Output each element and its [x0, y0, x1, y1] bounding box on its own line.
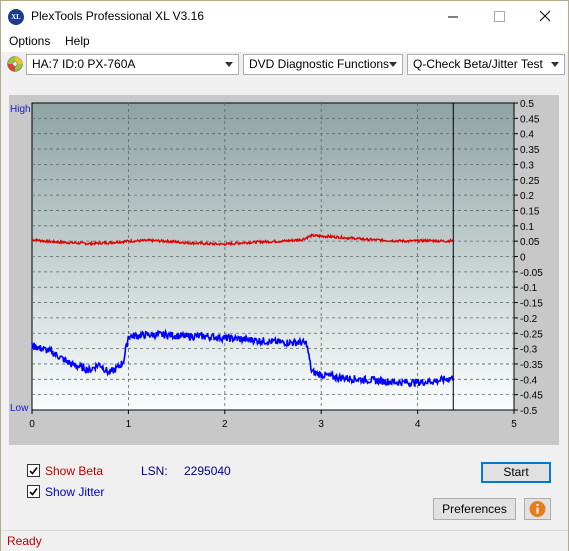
- chevron-down-icon: [551, 62, 559, 67]
- maximize-button: [476, 1, 522, 32]
- info-icon: [529, 501, 546, 517]
- info-button[interactable]: [524, 498, 551, 520]
- options-panel: Show Beta Show Jitter LSN: 2295040 Start…: [9, 456, 559, 523]
- status-bar: Ready: [1, 530, 568, 551]
- start-button-label: Start: [503, 465, 529, 479]
- chevron-down-icon: [389, 62, 397, 67]
- menu-bar: Options Help: [1, 32, 568, 52]
- show-beta-label[interactable]: Show Beta: [45, 464, 103, 478]
- disc-drive-icon: [7, 56, 23, 72]
- y-tick-label: -0.3: [520, 345, 538, 356]
- drive-select-value: HA:7 ID:0 PX-760A: [32, 57, 136, 71]
- show-jitter-checkbox[interactable]: [27, 485, 40, 498]
- y-tick-label: -0.1: [520, 283, 538, 294]
- x-tick-label: 0: [29, 419, 35, 430]
- x-tick-label: 5: [511, 419, 517, 430]
- y-tick-label: -0.25: [520, 329, 543, 340]
- maximize-icon: [494, 11, 505, 22]
- checkmark-icon: [29, 488, 38, 496]
- low-label: Low: [10, 403, 29, 414]
- y-tick-label: -0.15: [520, 299, 543, 310]
- main-window: XL PlexTools Professional XL V3.16 Optio…: [0, 0, 569, 551]
- preferences-button[interactable]: Preferences: [433, 498, 516, 520]
- close-button[interactable]: [522, 1, 568, 32]
- chevron-down-icon: [225, 62, 233, 67]
- chart-panel: 0.5 0.45 0.4 0.35 0.3 0.25 0.2 0.15 0.1 0.05 0 -0.0…: [9, 95, 559, 445]
- minimize-icon: [448, 16, 458, 18]
- minimize-button[interactable]: [430, 1, 476, 32]
- high-label: High: [10, 104, 31, 115]
- y-tick-label: -0.35: [520, 360, 543, 371]
- y-tick-label: -0.5: [520, 406, 538, 417]
- y-tick-label: 0.15: [520, 206, 540, 217]
- y-tick-label: 0.5: [520, 99, 534, 110]
- start-button[interactable]: Start: [481, 462, 551, 483]
- y-tick-label: -0.45: [520, 391, 543, 402]
- y-tick-label: 0.05: [520, 237, 540, 248]
- test-select[interactable]: Q-Check Beta/Jitter Test: [407, 54, 565, 75]
- lsn-value: 2295040: [184, 464, 231, 478]
- status-text: Ready: [7, 534, 42, 548]
- window-title: PlexTools Professional XL V3.16: [31, 9, 204, 23]
- menu-help-label: Help: [65, 34, 90, 48]
- lsn-label: LSN:: [141, 464, 168, 478]
- x-tick-label: 2: [222, 419, 228, 430]
- test-select-value: Q-Check Beta/Jitter Test: [413, 57, 543, 71]
- show-jitter-label[interactable]: Show Jitter: [45, 485, 104, 499]
- preferences-button-label: Preferences: [442, 502, 507, 516]
- y-tick-label: -0.05: [520, 268, 543, 279]
- y-tick-label: 0.35: [520, 145, 540, 156]
- checkmark-icon: [29, 467, 38, 475]
- x-tick-label: 4: [415, 419, 421, 430]
- menu-options[interactable]: Options: [9, 34, 50, 48]
- function-select-value: DVD Diagnostic Functions: [249, 57, 390, 71]
- beta-jitter-chart: 0.5 0.45 0.4 0.35 0.3 0.25 0.2 0.15 0.1 0.05 0 -0.0…: [9, 95, 559, 445]
- y-tick-label: 0.3: [520, 160, 534, 171]
- x-tick-label: 3: [318, 419, 324, 430]
- y-tick-label: 0.25: [520, 176, 540, 187]
- function-select[interactable]: DVD Diagnostic Functions: [243, 54, 403, 75]
- title-bar: XL PlexTools Professional XL V3.16: [1, 1, 568, 32]
- menu-help[interactable]: Help: [65, 34, 90, 48]
- y-tick-label: 0.1: [520, 222, 534, 233]
- x-tick-label: 1: [126, 419, 132, 430]
- y-tick-label: 0: [520, 253, 526, 264]
- show-beta-checkbox[interactable]: [27, 464, 40, 477]
- app-logo-icon: XL: [8, 9, 24, 25]
- y-tick-label: 0.4: [520, 130, 534, 141]
- y-tick-label: -0.2: [520, 314, 538, 325]
- y-tick-label: -0.4: [520, 375, 538, 386]
- y-tick-label: 0.2: [520, 191, 534, 202]
- drive-select[interactable]: HA:7 ID:0 PX-760A: [26, 54, 239, 75]
- close-icon: [539, 10, 551, 22]
- y-tick-label: 0.45: [520, 114, 540, 125]
- menu-options-label: Options: [9, 34, 51, 48]
- toolbar: HA:7 ID:0 PX-760A DVD Diagnostic Functio…: [1, 52, 568, 80]
